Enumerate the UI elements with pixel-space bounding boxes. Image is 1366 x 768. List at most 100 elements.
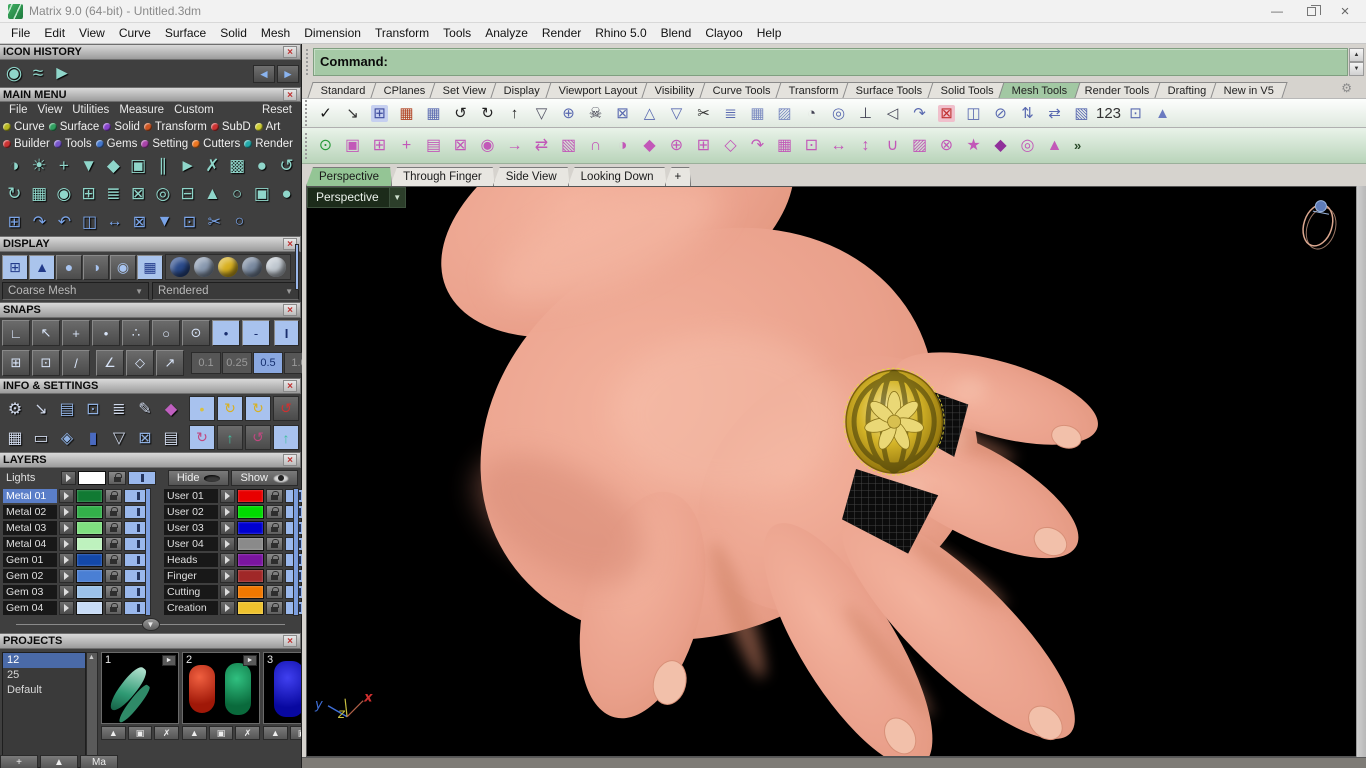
- main-menu-item[interactable]: Custom: [169, 104, 219, 116]
- toolbar-tab[interactable]: Transform: [775, 81, 852, 98]
- main-menu-tool-icon[interactable]: ▣: [250, 182, 275, 206]
- viewport-tab[interactable]: Perspective: [306, 167, 392, 186]
- viewport-tab[interactable]: Looking Down: [568, 167, 667, 186]
- layer-scrollbar[interactable]: [145, 488, 151, 616]
- render-mode-sphere-button[interactable]: [242, 257, 262, 277]
- mesh-tool-icon[interactable]: ▦: [744, 100, 771, 126]
- layer-color-swatch[interactable]: [75, 505, 103, 519]
- grid-snap-value-button[interactable]: 0.5: [253, 352, 283, 374]
- thumbnail-save-button[interactable]: ▣: [208, 726, 234, 740]
- clayoo-tool-icon[interactable]: ▲: [1041, 133, 1068, 159]
- layer-lock-button[interactable]: [265, 537, 283, 551]
- snap-button[interactable]: /: [62, 350, 90, 376]
- menu-item[interactable]: Curve: [112, 24, 158, 42]
- main-menu-tool-icon[interactable]: ◆: [101, 154, 126, 178]
- main-menu-item[interactable]: View: [33, 104, 68, 116]
- thumbnail-save-button[interactable]: ▣: [127, 726, 153, 740]
- category-link[interactable]: Curve: [3, 121, 45, 133]
- clayoo-tool-icon[interactable]: ⇄: [528, 133, 555, 159]
- main-menu-tool-icon[interactable]: ◎: [151, 182, 176, 206]
- snap-button[interactable]: ∠: [96, 350, 124, 376]
- category-link[interactable]: Surface: [48, 121, 99, 133]
- clayoo-tool-icon[interactable]: ↷: [744, 133, 771, 159]
- snap-button[interactable]: ↗: [156, 350, 184, 376]
- layer-lock-button[interactable]: [265, 601, 283, 615]
- main-menu-tool-icon[interactable]: ◉: [52, 182, 77, 206]
- menu-item[interactable]: Blend: [654, 24, 699, 42]
- toolbar-overflow-chevron[interactable]: »: [1074, 138, 1081, 153]
- close-button[interactable]: ×: [1328, 1, 1362, 22]
- category-link[interactable]: Art: [254, 121, 280, 133]
- settings-tool-icon[interactable]: ▤: [158, 426, 184, 450]
- layer-color-swatch[interactable]: [75, 537, 103, 551]
- layer-lock-button[interactable]: [265, 553, 283, 567]
- layer-expand-button[interactable]: [59, 553, 74, 567]
- clayoo-tool-icon[interactable]: ⊗: [933, 133, 960, 159]
- menu-item[interactable]: Clayoo: [698, 24, 749, 42]
- main-menu-tool-icon[interactable]: ✗: [200, 154, 225, 178]
- mesh-tool-icon[interactable]: ⊕: [555, 100, 582, 126]
- layer-color-swatch[interactable]: [236, 505, 264, 519]
- layer-expand-button[interactable]: [220, 505, 235, 519]
- gumball-toggle-button[interactable]: ↺: [245, 425, 271, 450]
- layer-expand-button[interactable]: [59, 489, 74, 503]
- layer-expand-button[interactable]: [220, 553, 235, 567]
- settings-tool-icon[interactable]: ⊠: [132, 426, 158, 450]
- project-list-item[interactable]: 25: [3, 668, 85, 683]
- layer-row[interactable]: Gem 01: [3, 552, 151, 568]
- gear-icon[interactable]: ⚙: [1341, 81, 1352, 95]
- project-thumbnail-image[interactable]: 1 ►: [101, 652, 179, 724]
- layer-expand-button[interactable]: [59, 601, 74, 615]
- gumball-toggle-button[interactable]: ↑: [217, 425, 243, 450]
- menu-item[interactable]: Help: [750, 24, 789, 42]
- history-icon[interactable]: ≈: [26, 62, 50, 86]
- mesh-tool-icon[interactable]: ↻: [474, 100, 501, 126]
- layer-color-swatch[interactable]: [75, 585, 103, 599]
- layer-expand-button[interactable]: [59, 569, 74, 583]
- layer-row[interactable]: User 04: [164, 536, 312, 552]
- display-mode-button[interactable]: ◑: [83, 254, 109, 280]
- layer-visibility-button[interactable]: [128, 471, 156, 485]
- main-menu-tool-icon[interactable]: ↺: [274, 154, 299, 178]
- main-menu-tool-icon[interactable]: ▲: [200, 182, 225, 206]
- close-icon[interactable]: ×: [283, 46, 297, 58]
- project-thumbnail[interactable]: 3 ► ▲ ▣ ✗: [263, 652, 301, 768]
- main-menu-tool-icon[interactable]: ✂: [202, 210, 227, 234]
- category-link[interactable]: Builder: [3, 138, 50, 150]
- thumbnail-delete-button[interactable]: ✗: [154, 726, 180, 740]
- toolbar-tab[interactable]: Visibility: [641, 81, 709, 98]
- project-thumbnail-image[interactable]: 3 ►: [263, 652, 301, 724]
- toolbar-grip[interactable]: [305, 100, 309, 127]
- projects-footer-button[interactable]: ▲: [40, 755, 78, 768]
- menu-item[interactable]: Surface: [158, 24, 213, 42]
- settings-tool-icon[interactable]: ◆: [158, 397, 184, 421]
- mesh-tool-icon[interactable]: ✓: [312, 100, 339, 126]
- layer-color-swatch[interactable]: [236, 601, 264, 615]
- toolbar-tab[interactable]: Set View: [429, 81, 501, 98]
- clayoo-tool-icon[interactable]: ∪: [879, 133, 906, 159]
- main-menu-tool-icon[interactable]: ●: [250, 154, 275, 178]
- layer-row[interactable]: Gem 04: [3, 600, 151, 616]
- history-back-button[interactable]: ◄: [253, 64, 275, 83]
- thumbnail-load-button[interactable]: ▲: [182, 726, 207, 740]
- clayoo-tool-icon[interactable]: →: [501, 133, 528, 159]
- snap-button[interactable]: ⊙: [182, 320, 210, 346]
- layer-lock-button[interactable]: [104, 505, 122, 519]
- settings-tool-icon[interactable]: ✎: [132, 397, 158, 421]
- display-mode-button[interactable]: ◉: [110, 254, 136, 280]
- mesh-tool-icon[interactable]: ↘: [339, 100, 366, 126]
- layer-row[interactable]: Finger: [164, 568, 312, 584]
- projects-header[interactable]: PROJECTS ×: [0, 633, 301, 649]
- projects-footer-button[interactable]: Ma: [80, 755, 118, 768]
- layer-expand-button[interactable]: [61, 471, 76, 485]
- mesh-tool-icon[interactable]: ⊠: [609, 100, 636, 126]
- snap-button[interactable]: •: [212, 320, 240, 346]
- main-menu-tool-icon[interactable]: ≣: [101, 182, 126, 206]
- clayoo-tool-icon[interactable]: ◑: [609, 133, 636, 159]
- main-menu-header[interactable]: MAIN MENU ×: [0, 87, 301, 102]
- toolbar-tab[interactable]: CPlanes: [370, 81, 439, 98]
- layer-row[interactable]: User 02: [164, 504, 312, 520]
- settings-tool-icon[interactable]: ↘: [28, 397, 54, 421]
- layer-row[interactable]: Heads: [164, 552, 312, 568]
- mesh-tool-icon[interactable]: ☠: [582, 100, 609, 126]
